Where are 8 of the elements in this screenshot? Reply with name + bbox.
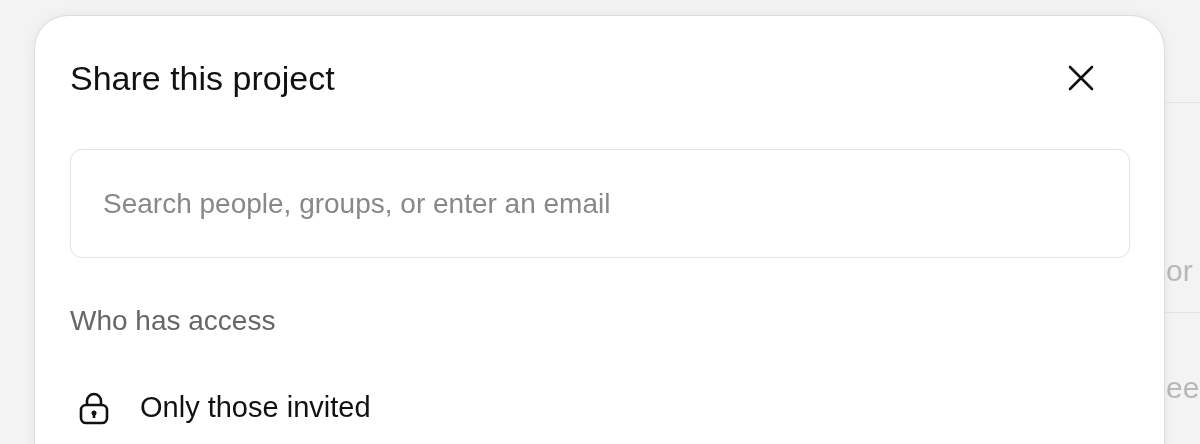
dialog-title: Share this project — [70, 57, 335, 99]
lock-icon — [78, 390, 110, 425]
search-field[interactable]: Search people, groups, or enter an email — [70, 149, 1130, 258]
access-option[interactable]: Only those invited — [140, 386, 371, 430]
background-text: or — [1165, 256, 1193, 286]
background-text: ee — [1165, 373, 1200, 403]
close-icon — [1068, 65, 1094, 91]
section-label: Who has access — [70, 304, 277, 338]
